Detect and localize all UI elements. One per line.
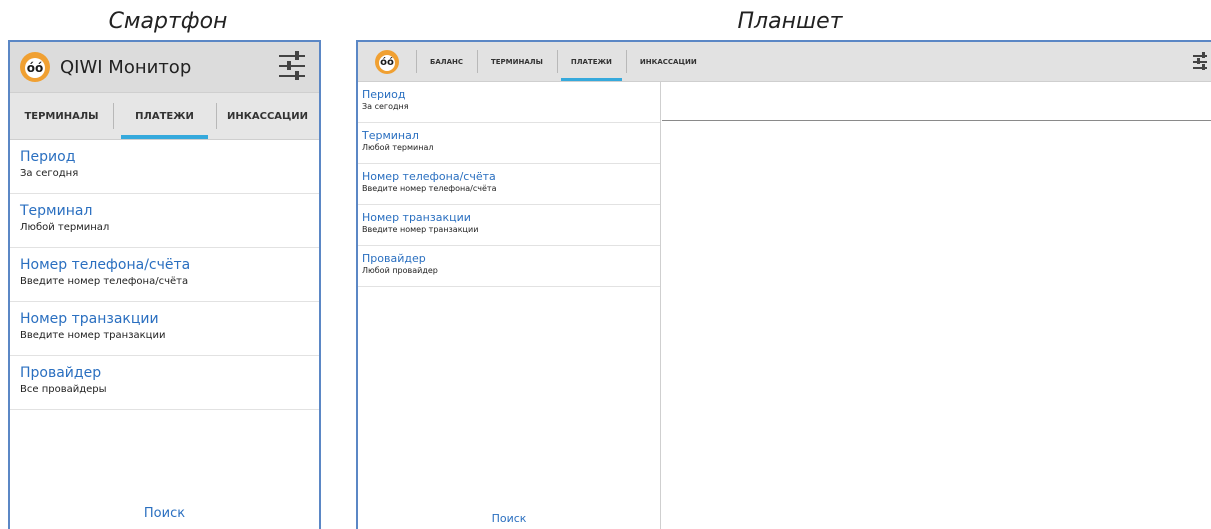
filter-title: Номер телефона/счёта	[20, 257, 191, 273]
filter-value: Введите номер телефона/счёта	[20, 276, 189, 287]
filter-title: Номер транзакции	[362, 211, 471, 224]
filter-value: Все провайдеры	[20, 384, 107, 395]
filter-value: Любой провайдер	[362, 266, 438, 275]
phone-caption: Смартфон	[108, 9, 228, 34]
filter-provider[interactable]: Провайдер Все провайдеры	[10, 356, 319, 410]
search-button[interactable]: Поиск	[358, 512, 660, 525]
logo-container: óó	[358, 42, 416, 81]
filter-title: Терминал	[362, 129, 419, 142]
tablet-action-bar: óó БАЛАНС ТЕРМИНАЛЫ ПЛАТЕЖИ ИНКАССАЦИИ	[358, 42, 1211, 82]
filter-title: Провайдер	[20, 365, 102, 381]
filter-value: За сегодня	[362, 102, 409, 111]
filter-value: Любой терминал	[20, 222, 110, 233]
filter-value: За сегодня	[20, 168, 79, 179]
tab-balance[interactable]: БАЛАНС	[416, 42, 477, 81]
tablet-screen: óó БАЛАНС ТЕРМИНАЛЫ ПЛАТЕЖИ ИНКАССАЦИИ П…	[356, 40, 1211, 529]
filter-transaction[interactable]: Номер транзакции Введите номер транзакци…	[358, 205, 660, 246]
filter-title: Провайдер	[362, 252, 426, 265]
phone-tab-bar: ТЕРМИНАЛЫ ПЛАТЕЖИ ИНКАССАЦИИ	[10, 93, 319, 140]
tablet-caption: Планшет	[737, 9, 843, 34]
tab-collections[interactable]: ИНКАССАЦИИ	[216, 93, 319, 139]
app-title: QIWI Монитор	[60, 56, 192, 78]
filter-title: Терминал	[20, 203, 93, 219]
tab-collections[interactable]: ИНКАССАЦИИ	[625, 42, 711, 81]
filter-title: Период	[20, 149, 76, 165]
filter-phone-account[interactable]: Номер телефона/счёта Введите номер телеф…	[10, 248, 319, 302]
phone-action-bar: óó QIWI Монитор	[10, 42, 319, 93]
tablet-filter-panel: Период За сегодня Терминал Любой термина…	[358, 82, 661, 529]
filter-title: Период	[362, 88, 406, 101]
filter-value: Введите номер транзакции	[20, 330, 166, 341]
filter-transaction[interactable]: Номер транзакции Введите номер транзакци…	[10, 302, 319, 356]
filter-title: Номер телефона/счёта	[362, 170, 496, 183]
filter-terminal[interactable]: Терминал Любой терминал	[10, 194, 319, 248]
filter-value: Любой терминал	[362, 143, 434, 152]
tab-payments[interactable]: ПЛАТЕЖИ	[113, 93, 216, 139]
filter-phone-account[interactable]: Номер телефона/счёта Введите номер телеф…	[358, 164, 660, 205]
qiwi-logo-icon[interactable]: óó	[20, 52, 50, 82]
sliders-icon[interactable]	[1193, 52, 1207, 70]
tab-payments[interactable]: ПЛАТЕЖИ	[556, 42, 626, 81]
filter-period[interactable]: Период За сегодня	[10, 140, 319, 194]
filter-period[interactable]: Период За сегодня	[358, 82, 660, 123]
filter-value: Введите номер телефона/счёта	[362, 184, 497, 193]
filter-title: Номер транзакции	[20, 311, 159, 327]
phone-screen: óó QIWI Монитор ТЕРМИНАЛЫ ПЛАТЕЖИ ИНКАСС…	[8, 40, 321, 529]
results-divider	[662, 120, 1211, 121]
sliders-icon[interactable]	[279, 51, 305, 81]
qiwi-logo-icon[interactable]: óó	[375, 49, 399, 74]
tab-terminals[interactable]: ТЕРМИНАЛЫ	[476, 42, 557, 81]
filter-terminal[interactable]: Терминал Любой терминал	[358, 123, 660, 164]
filter-provider[interactable]: Провайдер Любой провайдер	[358, 246, 660, 287]
filter-value: Введите номер транзакции	[362, 225, 479, 234]
search-button[interactable]: Поиск	[10, 506, 319, 521]
tab-terminals[interactable]: ТЕРМИНАЛЫ	[10, 93, 113, 139]
